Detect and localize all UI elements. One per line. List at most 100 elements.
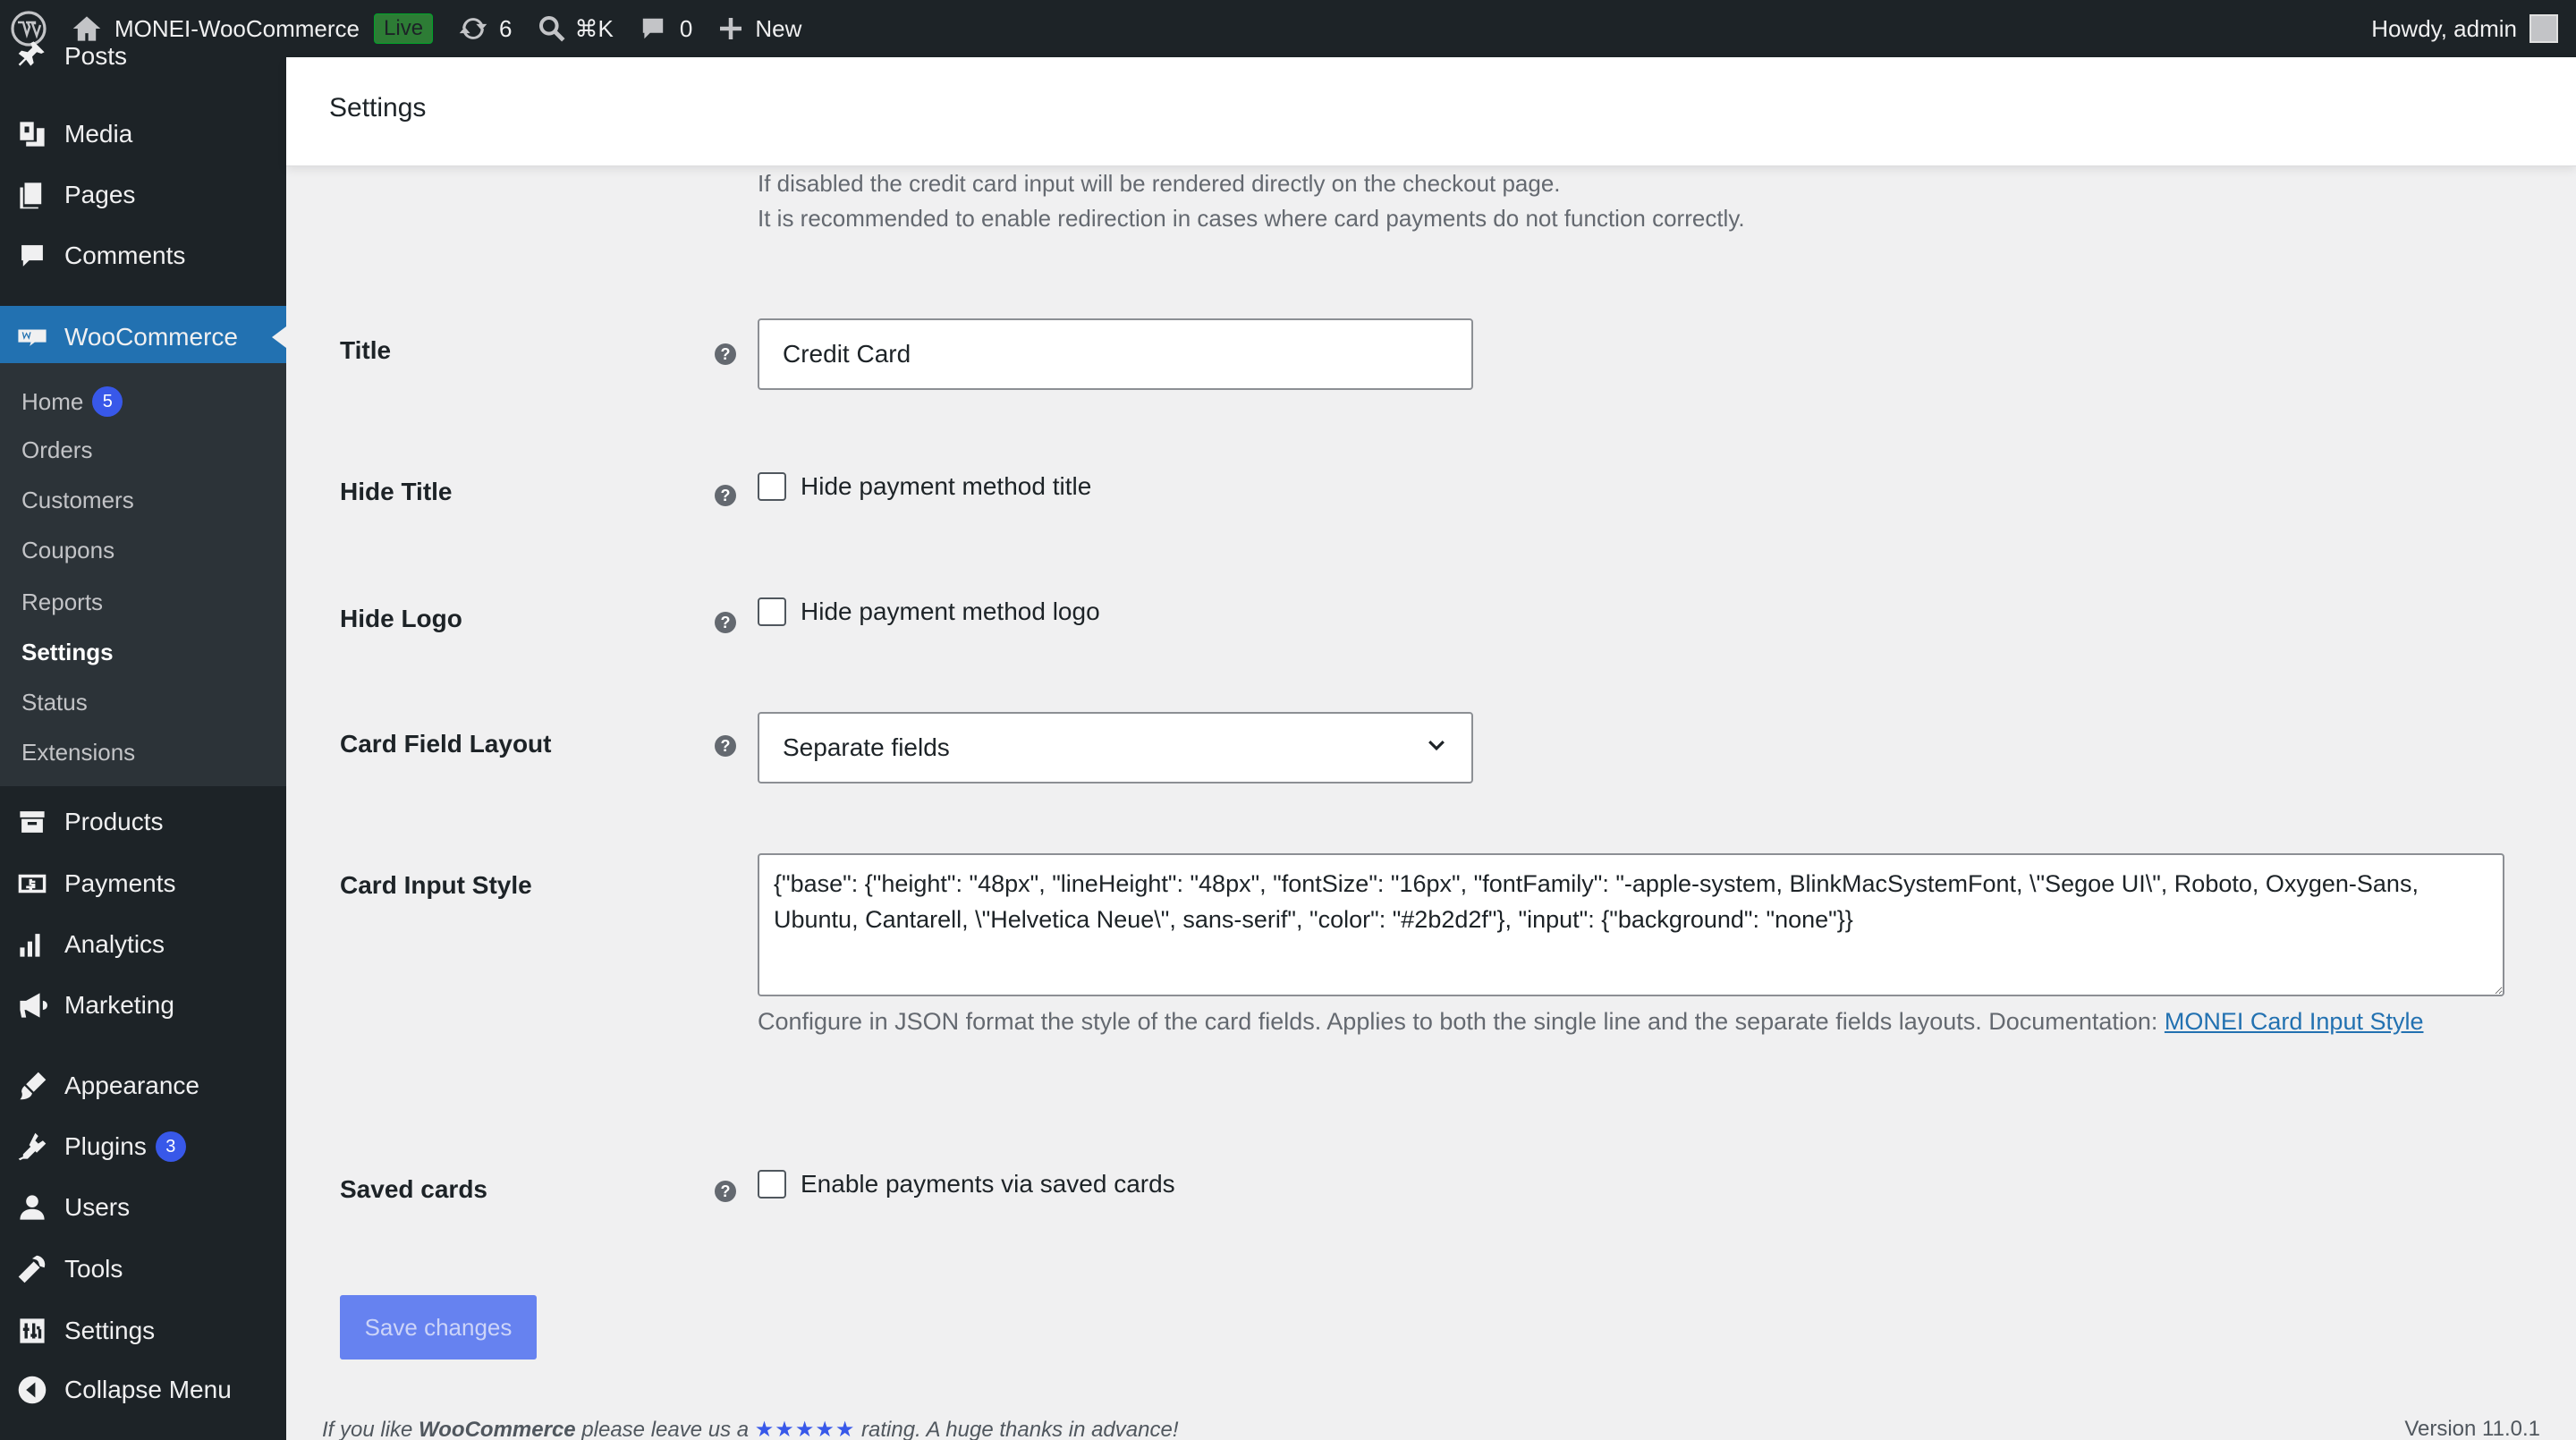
sidebar-item-pages[interactable]: Pages (0, 168, 286, 222)
sidebar-item-marketing[interactable]: Marketing (0, 975, 286, 1036)
hide-title-label: Hide Title (340, 478, 453, 505)
new-label: New (755, 14, 802, 42)
footer-brand: WooCommerce (419, 1418, 576, 1440)
my-account[interactable]: Howdy, admin (2371, 14, 2576, 43)
pages-icon (14, 177, 50, 213)
submenu-item-label: Reports (21, 589, 104, 615)
card-input-style-textarea[interactable]: {"base": {"height": "48px", "lineHeight"… (758, 853, 2504, 996)
redirect-description-line-2: It is recommended to enable redirection … (758, 205, 1745, 232)
sidebar-item-comments[interactable]: Comments (0, 229, 286, 283)
sidebar-item-label: Plugins (64, 1132, 147, 1160)
sidebar-item-posts[interactable]: Posts (0, 41, 286, 77)
sidebar-item-label: Media (64, 120, 133, 148)
card-field-layout-label: Card Field Layout (340, 730, 552, 758)
title-label: Title (340, 336, 392, 364)
footer-text-part: please leave us a (575, 1418, 755, 1440)
submenu-item-settings[interactable]: Settings (21, 639, 114, 666)
submenu-item-label: Home (21, 387, 84, 415)
submenu-item-status[interactable]: Status (21, 689, 88, 716)
admin-sidebar: Posts Media Pages Comments WooCommerce H… (0, 41, 286, 1440)
help-icon[interactable]: ? (715, 735, 736, 757)
submenu-item-reports[interactable]: Reports (21, 589, 103, 616)
submenu-item-extensions[interactable]: Extensions (21, 739, 135, 767)
page-header: Settings (286, 57, 2576, 166)
card-input-style-description-text: Configure in JSON format the style of th… (758, 1008, 2165, 1035)
sidebar-item-plugins[interactable]: Plugins 3 (0, 1116, 286, 1177)
rating-stars-link[interactable]: ★★★★★ (755, 1418, 856, 1440)
card-input-style-label: Card Input Style (340, 871, 532, 899)
comment-icon (14, 238, 50, 274)
chart-bar-icon (14, 927, 50, 962)
settings-form: If disabled the credit card input will b… (286, 166, 2576, 1440)
comment-icon (639, 14, 667, 43)
saved-cards-label: Saved cards (340, 1175, 487, 1203)
payments-icon (14, 866, 50, 902)
hide-logo-checkbox[interactable] (758, 597, 786, 626)
search-link[interactable]: ⌘K (525, 0, 626, 57)
settings-icon (14, 1313, 50, 1349)
page-title: Settings (329, 93, 427, 123)
sidebar-item-users[interactable]: Users (0, 1177, 286, 1238)
howdy-text: Howdy, admin (2371, 14, 2517, 42)
avatar (2529, 14, 2558, 43)
plugin-icon (14, 1129, 50, 1165)
sidebar-item-label: Posts (64, 42, 128, 70)
footer-rating-text: If you like WooCommerce please leave us … (322, 1417, 1178, 1440)
sidebar-item-label: Products (64, 808, 164, 835)
submenu-item-coupons[interactable]: Coupons (21, 537, 114, 564)
redirect-description: If disabled the credit card input will b… (758, 166, 1745, 236)
updates-icon (458, 13, 488, 44)
megaphone-icon (14, 987, 50, 1023)
comments-count: 0 (679, 14, 693, 42)
live-badge: Live (374, 13, 434, 44)
redirect-description-line-1: If disabled the credit card input will b… (758, 170, 1561, 197)
hide-title-checkbox-label[interactable]: Hide payment method title (801, 472, 1091, 501)
sidebar-item-media[interactable]: Media (0, 107, 286, 161)
card-field-layout-value: Separate fields (783, 733, 950, 761)
help-icon[interactable]: ? (715, 1181, 736, 1202)
sidebar-item-appearance[interactable]: Appearance (0, 1055, 286, 1116)
sidebar-item-analytics[interactable]: Analytics (0, 914, 286, 975)
help-icon[interactable]: ? (715, 612, 736, 633)
sidebar-item-label: Tools (64, 1255, 123, 1283)
submenu-item-label: Coupons (21, 537, 115, 563)
submenu-item-orders[interactable]: Orders (21, 436, 92, 464)
sidebar-item-label: Pages (64, 181, 136, 208)
saved-cards-checkbox-label[interactable]: Enable payments via saved cards (801, 1170, 1175, 1199)
sidebar-item-payments[interactable]: Payments (0, 853, 286, 914)
sidebar-item-label: Comments (64, 241, 186, 269)
submenu-item-label: Settings (21, 639, 114, 665)
footer-text-part: rating. A huge thanks in advance! (855, 1418, 1179, 1440)
new-content-link[interactable]: New (705, 0, 814, 57)
sidebar-item-settings[interactable]: Settings (0, 1300, 286, 1361)
sidebar-item-label: Appearance (64, 1072, 200, 1099)
comments-link[interactable]: 0 (626, 0, 705, 57)
updates-link[interactable]: 6 (445, 0, 524, 57)
woo-icon (14, 319, 50, 355)
card-field-layout-select[interactable]: Separate fields (758, 712, 1473, 784)
chevron-down-icon (1425, 733, 1448, 763)
collapse-menu-button[interactable]: Collapse Menu (0, 1360, 286, 1420)
saved-cards-checkbox[interactable] (758, 1170, 786, 1199)
hide-logo-checkbox-label[interactable]: Hide payment method logo (801, 597, 1100, 626)
help-icon[interactable]: ? (715, 343, 736, 365)
submenu-item-label: Customers (21, 487, 134, 513)
pin-icon (14, 36, 50, 72)
submenu-item-home[interactable]: Home 5 (21, 386, 123, 417)
wrench-icon (14, 1251, 50, 1287)
sidebar-item-woocommerce[interactable]: WooCommerce (0, 306, 286, 368)
hide-title-checkbox[interactable] (758, 472, 786, 501)
sidebar-item-products[interactable]: Products (0, 791, 286, 853)
hide-logo-label: Hide Logo (340, 605, 462, 632)
monei-docs-link[interactable]: MONEI Card Input Style (2165, 1008, 2424, 1035)
submenu-item-customers[interactable]: Customers (21, 487, 134, 514)
sidebar-item-label: WooCommerce (64, 323, 238, 351)
updates-count: 6 (499, 14, 513, 42)
help-icon[interactable]: ? (715, 485, 736, 506)
submenu-item-label: Status (21, 689, 88, 716)
title-input[interactable] (758, 318, 1473, 390)
sidebar-item-label: Settings (64, 1317, 156, 1344)
submenu-item-label: Extensions (21, 739, 136, 766)
sidebar-item-tools[interactable]: Tools (0, 1238, 286, 1300)
save-changes-button[interactable]: Save changes (340, 1295, 537, 1360)
